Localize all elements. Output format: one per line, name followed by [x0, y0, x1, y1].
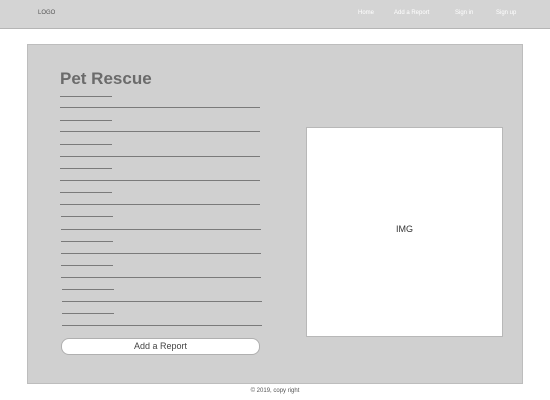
text-line-long — [62, 325, 262, 326]
logo[interactable]: LOGO — [38, 10, 55, 16]
text-line-long — [61, 229, 261, 230]
nav-link-sign-up[interactable]: Sign up — [496, 10, 516, 16]
page-title: Pet Rescue — [60, 69, 152, 88]
text-line-long — [60, 180, 260, 181]
text-line-short — [60, 192, 112, 193]
text-line-long — [61, 277, 261, 278]
text-line-long — [61, 253, 261, 254]
text-line-long — [60, 107, 260, 108]
text-line-short — [60, 168, 112, 169]
text-line-short — [60, 144, 112, 145]
text-line-short — [61, 216, 113, 217]
text-line-short — [61, 265, 113, 266]
nav-link-sign-in[interactable]: Sign in — [455, 10, 473, 16]
text-line-short — [62, 313, 114, 314]
nav-link-add-report[interactable]: Add a Report — [394, 10, 429, 16]
image-placeholder-label: IMG — [396, 224, 413, 234]
footer-copyright: © 2019, copy right — [250, 388, 300, 394]
main-panel: Pet Rescue Add a Report IMG — [27, 44, 523, 384]
top-navbar: LOGO Home Add a Report Sign in Sign up — [0, 0, 550, 29]
text-line-long — [60, 156, 260, 157]
text-line-short — [61, 241, 113, 242]
text-line-long — [60, 204, 260, 205]
nav-link-home[interactable]: Home — [358, 10, 374, 16]
add-report-button[interactable]: Add a Report — [61, 338, 260, 355]
text-line-long — [60, 131, 260, 132]
text-line-short — [60, 96, 112, 97]
text-line-short — [62, 289, 114, 290]
image-placeholder: IMG — [306, 127, 503, 337]
text-line-short — [60, 120, 112, 121]
text-line-long — [62, 301, 262, 302]
